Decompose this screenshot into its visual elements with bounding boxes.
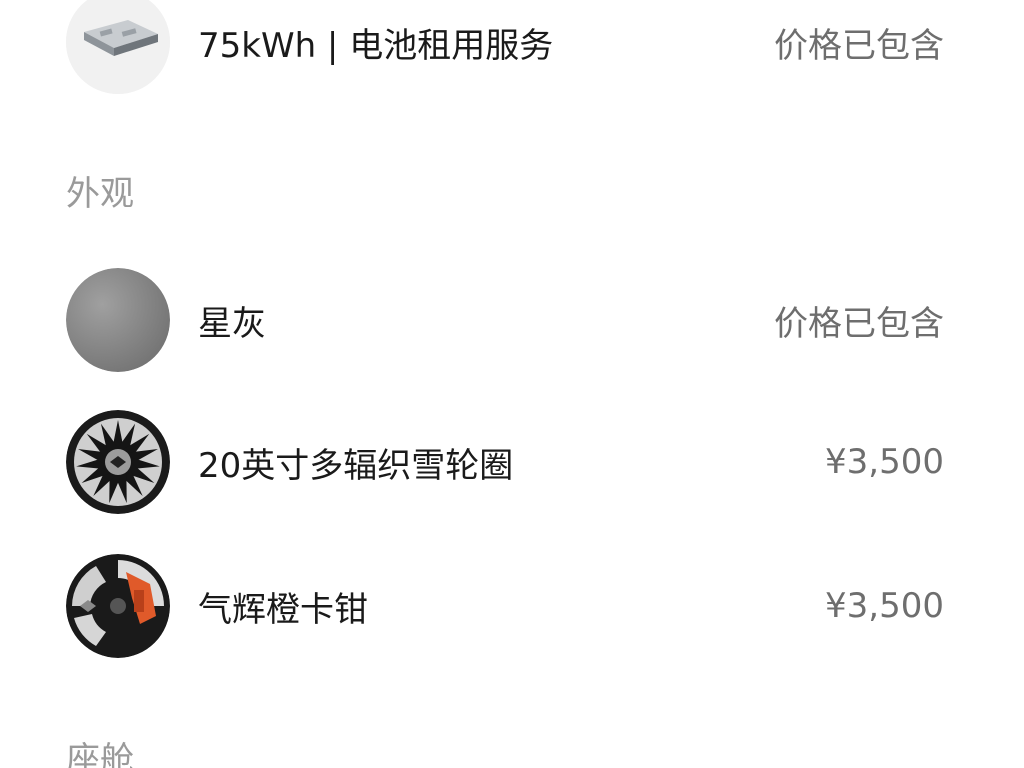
option-price: 价格已包含 (774, 303, 944, 344)
option-price: ¥3,500 (825, 442, 944, 482)
star-grey-swatch-icon (66, 268, 170, 372)
multi-spoke-wheel-icon (66, 410, 170, 514)
option-price: ¥3,500 (825, 586, 944, 626)
option-row-paint[interactable]: 星灰 价格已包含 (0, 268, 1024, 372)
battery-pack-icon (66, 0, 170, 94)
section-title-exterior: 外观 (66, 174, 134, 214)
battery-name: 75kWh | 电池租用服务 (198, 25, 554, 66)
order-config-screen: 75kWh | 电池租用服务 价格已包含 外观 星灰 价格已包含 20英寸多辐织… (0, 0, 1024, 768)
option-name: 星灰 (198, 303, 266, 344)
option-row-wheels[interactable]: 20英寸多辐织雪轮圈 ¥3,500 (0, 410, 1024, 514)
option-name: 气辉橙卡钳 (198, 589, 368, 630)
section-title-cabin: 座舱 (66, 740, 134, 768)
option-name: 20英寸多辐织雪轮圈 (198, 445, 514, 486)
orange-caliper-icon (66, 554, 170, 658)
option-row-caliper[interactable]: 气辉橙卡钳 ¥3,500 (0, 554, 1024, 658)
battery-price: 价格已包含 (774, 25, 944, 66)
battery-row[interactable]: 75kWh | 电池租用服务 价格已包含 (0, 0, 1024, 94)
